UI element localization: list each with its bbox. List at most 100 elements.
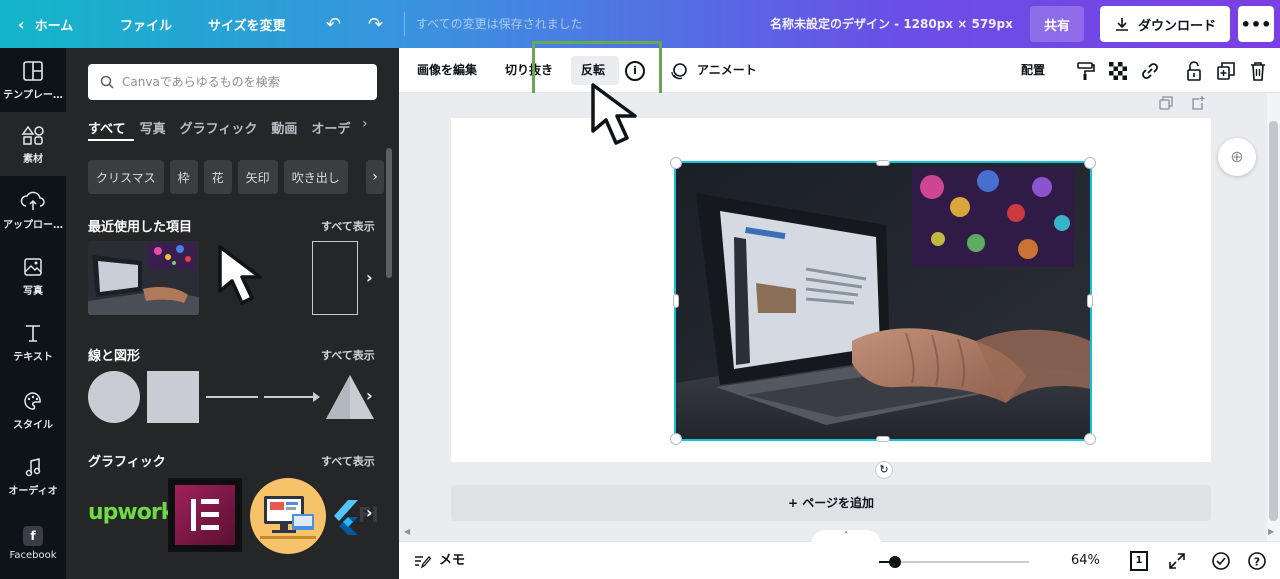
home-label: ホーム (34, 18, 74, 34)
rail-item-photos[interactable]: 写真 (0, 244, 66, 308)
rail-item-templates[interactable]: テンプレー… (0, 48, 66, 112)
more-dots-icon: ••• (1240, 14, 1272, 34)
more-options-button[interactable]: ••• (1238, 6, 1274, 42)
resize-handle-left[interactable] (673, 294, 679, 308)
circle-shape[interactable] (88, 371, 140, 423)
canvas-vertical-scrollbar[interactable] (1267, 93, 1280, 541)
resize-handle-top-right[interactable] (1084, 157, 1096, 169)
link-icon[interactable] (1139, 60, 1161, 82)
zoom-percentage[interactable]: 64% (1071, 542, 1100, 579)
elements-icon (21, 125, 44, 145)
rail-item-styles[interactable]: スタイル (0, 378, 66, 442)
rail-label: テンプレー… (3, 90, 63, 101)
chip-arrow[interactable]: 矢印 (237, 160, 278, 194)
upwork-logo[interactable]: upwork (88, 500, 175, 525)
fullscreen-icon[interactable] (1167, 551, 1187, 571)
design-page[interactable]: ↻ (451, 118, 1211, 479)
download-button[interactable]: ダウンロード (1100, 6, 1230, 42)
scrollbar-thumb[interactable] (1269, 121, 1278, 521)
edit-image-button[interactable]: 画像を編集 (417, 48, 477, 93)
chip-christmas[interactable]: クリスマス (88, 160, 164, 194)
elementor-logo[interactable] (168, 478, 242, 552)
cursor-arrow-icon[interactable] (214, 243, 284, 313)
tab-audio[interactable]: オーデ (311, 118, 350, 138)
search-input[interactable] (122, 75, 362, 89)
tabs-next-icon[interactable]: › (362, 116, 368, 132)
chip-flower[interactable]: 花 (203, 160, 232, 194)
line-shape[interactable] (206, 396, 258, 398)
resize-handle-bottom-left[interactable] (670, 433, 682, 445)
arrow-line-shape[interactable] (264, 396, 316, 398)
context-toolbar: 画像を編集 切り抜き 反転 i アニメート 配置 (399, 41, 1280, 103)
notes-icon (415, 556, 431, 569)
lines-shapes-heading: 線と図形 (88, 349, 141, 364)
notes-button[interactable]: メモ (413, 542, 465, 579)
scroll-right-icon[interactable]: ▶ (1268, 527, 1274, 536)
rail-item-uploads[interactable]: アップロー… (0, 178, 66, 242)
comment-add-icon[interactable]: ⊕ (1218, 138, 1256, 176)
check-circle-icon[interactable] (1211, 551, 1231, 571)
resize-handle-right[interactable] (1087, 294, 1093, 308)
page-duplicate-icon[interactable] (1158, 95, 1174, 111)
elements-panel: すべて 写真 グラフィック 動画 オーデ › クリスマス 枠 花 矢印 吹き出し… (66, 48, 399, 579)
zoom-slider-knob[interactable] (889, 556, 901, 568)
divider (404, 12, 405, 36)
page-add-icon[interactable] (1190, 95, 1206, 111)
cursor-arrow-icon (591, 83, 637, 145)
transparency-icon[interactable] (1107, 60, 1129, 82)
recent-see-all[interactable]: すべて表示 (321, 218, 375, 234)
redo-icon[interactable]: ↷ (368, 0, 383, 48)
file-menu[interactable]: ファイル (120, 0, 172, 48)
recent-photo-thumbnail[interactable] (88, 241, 199, 315)
resize-handle-top[interactable] (876, 160, 890, 166)
search-box[interactable] (88, 64, 377, 100)
lines-shapes-see-all[interactable]: すべて表示 (321, 347, 375, 363)
home-button[interactable]: ‹ ホーム (18, 0, 73, 48)
computer-illustration[interactable] (250, 478, 326, 554)
tab-videos[interactable]: 動画 (271, 118, 297, 138)
scroll-left-icon[interactable]: ◀ (404, 527, 410, 536)
position-button[interactable]: 配置 (1021, 48, 1045, 93)
canvas-area: ↻ ⊕ + ページを追加 (399, 93, 1267, 541)
duplicate-icon[interactable] (1215, 60, 1237, 82)
resize-handle-top-left[interactable] (670, 157, 682, 169)
rail-item-audio[interactable]: オーディオ (0, 444, 66, 508)
rail-item-elements[interactable]: 素材 (0, 112, 66, 176)
design-title[interactable]: 名称未設定のデザイン - 1280px × 579px (770, 0, 1013, 48)
tab-graphics[interactable]: グラフィック (180, 118, 258, 138)
trash-icon[interactable] (1247, 60, 1269, 82)
rail-item-facebook[interactable]: f Facebook (0, 514, 66, 578)
animate-button[interactable]: アニメート (697, 48, 757, 93)
zoom-slider-track[interactable] (879, 561, 1029, 563)
tab-active-underline (88, 139, 134, 141)
page-count-button[interactable]: 1 (1130, 551, 1148, 571)
recent-rectangle-frame[interactable] (312, 241, 358, 315)
panel-scrollbar[interactable] (386, 148, 392, 278)
chip-frame[interactable]: 枠 (169, 160, 198, 194)
selected-photo[interactable] (674, 161, 1092, 441)
tab-all[interactable]: すべて (88, 118, 126, 138)
chevron-up-icon[interactable]: ˄ (811, 530, 881, 544)
rail-item-text[interactable]: テキスト (0, 310, 66, 374)
recent-next-icon[interactable]: › (366, 268, 373, 287)
paint-roller-icon[interactable] (1075, 60, 1097, 82)
facebook-icon: f (23, 526, 43, 546)
resize-menu[interactable]: サイズを変更 (208, 0, 286, 48)
rotate-icon[interactable]: ↻ (875, 461, 893, 479)
graphics-see-all[interactable]: すべて表示 (321, 453, 375, 469)
help-icon[interactable]: ? (1247, 551, 1267, 571)
share-button[interactable]: 共有 (1030, 6, 1084, 42)
graphics-next-icon[interactable]: › (366, 503, 373, 522)
chips-next-icon[interactable]: › (366, 160, 384, 194)
undo-icon[interactable]: ↶ (326, 0, 341, 48)
resize-handle-bottom-right[interactable] (1084, 433, 1096, 445)
tab-photos[interactable]: 写真 (140, 118, 166, 138)
unlock-icon[interactable] (1183, 60, 1205, 82)
add-page-button[interactable]: + ページを追加 (451, 485, 1211, 521)
shapes-next-icon[interactable]: › (366, 386, 373, 405)
chip-speech-bubble[interactable]: 吹き出し (283, 160, 348, 194)
palette-icon (24, 392, 41, 410)
resize-handle-bottom[interactable] (876, 436, 890, 442)
square-shape[interactable] (147, 371, 199, 423)
rail-label: アップロー… (3, 220, 63, 231)
